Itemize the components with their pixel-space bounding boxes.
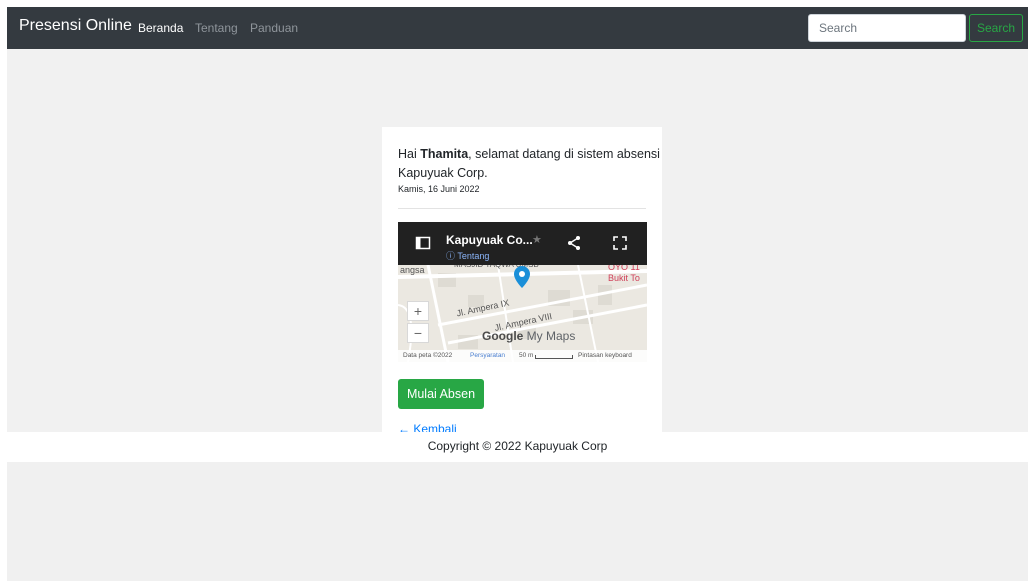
map-label-bukit: Bukit To	[608, 273, 640, 283]
navbar: Presensi Online Beranda Tentang Panduan …	[7, 7, 1028, 49]
search-button[interactable]: Search	[969, 14, 1023, 42]
nav-link-panduan[interactable]: Panduan	[250, 21, 298, 35]
map-about-link[interactable]: ⓘ Tentang	[446, 249, 489, 262]
start-attendance-button[interactable]: Mulai Absen	[398, 379, 484, 409]
map-label-angsa: angsa	[400, 265, 425, 275]
map-title[interactable]: Kapuyuak Co...	[446, 233, 533, 247]
map-keyboard-shortcuts-link[interactable]: Pintasan keyboard	[578, 350, 632, 362]
greeting-text: Hai Thamita, selamat datang di sistem ab…	[398, 147, 660, 180]
share-icon[interactable]	[566, 235, 582, 251]
map-attribution: Data peta ©2022 Persyaratan 50 m Pintasa…	[398, 350, 647, 362]
map-terms-link[interactable]: Persyaratan	[470, 350, 505, 362]
info-icon: ⓘ	[446, 251, 456, 261]
user-name: Thamita	[420, 147, 469, 161]
map-pin-icon[interactable]	[514, 266, 530, 288]
star-icon[interactable]: ★	[532, 233, 542, 246]
fullscreen-icon[interactable]	[612, 235, 628, 251]
browser-viewport: Presensi Online Beranda Tentang Panduan …	[7, 7, 1028, 581]
map-data-credit: Data peta ©2022	[403, 352, 453, 359]
divider	[398, 208, 646, 209]
nav-link-beranda[interactable]: Beranda	[138, 21, 183, 35]
map-scale-label: 50 m	[519, 352, 534, 359]
map-zoom-out-button[interactable]: −	[407, 323, 429, 343]
search-input[interactable]: Search	[808, 14, 966, 42]
google-my-maps-logo: Google My Maps	[482, 329, 576, 343]
nav-link-tentang[interactable]: Tentang	[195, 21, 238, 35]
navbar-brand[interactable]: Presensi Online	[19, 17, 132, 35]
map-zoom-in-button[interactable]: +	[407, 301, 429, 321]
embedded-map[interactable]: angsa MASJID TAQWA UMSB OYO 11 Bukit To …	[398, 222, 647, 362]
current-date: Kamis, 16 Juni 2022	[398, 184, 480, 194]
map-header: Kapuyuak Co... ★ ⓘ Tentang	[398, 222, 647, 265]
sidebar-panel-icon[interactable]	[415, 235, 431, 251]
map-scale-bar	[535, 355, 573, 359]
copyright-text: Copyright © 2022 Kapuyuak Corp	[427, 439, 608, 453]
welcome-card: Hai Thamita, selamat datang di sistem ab…	[382, 127, 662, 448]
main-content: Hai Thamita, selamat datang di sistem ab…	[7, 49, 1028, 448]
footer: Copyright © 2022 Kapuyuak Corp	[7, 432, 1028, 462]
